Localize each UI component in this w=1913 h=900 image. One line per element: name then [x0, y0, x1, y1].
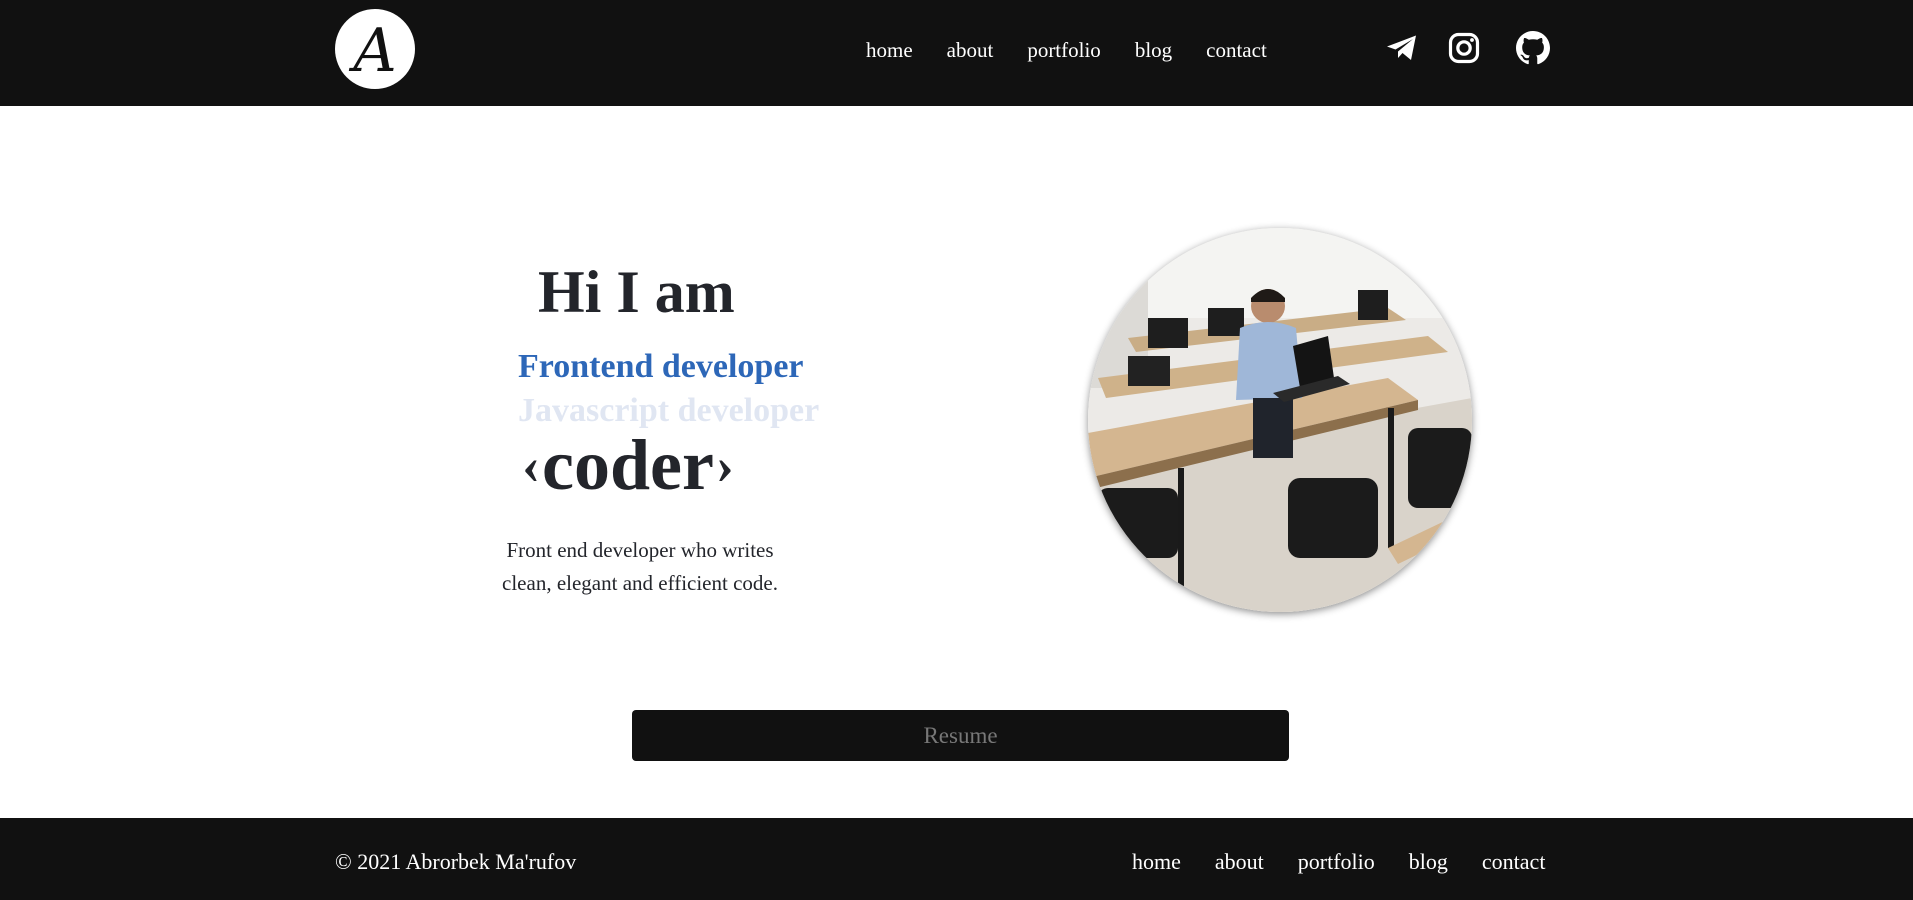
site-header: A home about portfolio blog contact — [0, 0, 1913, 106]
logo-letter: A — [353, 16, 397, 86]
main-nav: home about portfolio blog contact — [866, 36, 1301, 64]
footer-blog-link[interactable]: blog — [1409, 848, 1448, 876]
footer-about-link[interactable]: about — [1215, 848, 1264, 876]
greeting-heading: Hi I am — [538, 259, 735, 325]
github-icon[interactable] — [1515, 30, 1551, 66]
nav-contact-link[interactable]: contact — [1206, 36, 1267, 64]
instagram-icon[interactable] — [1446, 30, 1482, 66]
coder-title: ‹ coder › — [522, 425, 734, 505]
logo[interactable]: A — [335, 9, 415, 89]
footer-contact-link[interactable]: contact — [1482, 848, 1546, 876]
profile-photo — [1088, 228, 1472, 612]
role-active-text: Frontend developer — [518, 348, 804, 385]
nav-blog-link[interactable]: blog — [1135, 36, 1172, 64]
close-bracket: › — [715, 435, 734, 495]
nav-home-link[interactable]: home — [866, 36, 913, 64]
resume-button[interactable]: Resume — [632, 710, 1289, 761]
telegram-icon[interactable] — [1384, 30, 1420, 66]
footer-portfolio-link[interactable]: portfolio — [1298, 848, 1375, 876]
footer-home-link[interactable]: home — [1132, 848, 1181, 876]
description-line-2: clean, elegant and efficient code. — [502, 571, 778, 595]
nav-about-link[interactable]: about — [947, 36, 994, 64]
footer-nav: home about portfolio blog contact — [1132, 848, 1545, 876]
description-line-1: Front end developer who writes — [506, 538, 774, 562]
hero-description: Front end developer who writes clean, el… — [480, 534, 800, 600]
coder-word: coder — [541, 425, 714, 505]
copyright-text: © 2021 Abrorbek Ma'rufov — [335, 849, 577, 874]
open-bracket: ‹ — [522, 435, 540, 495]
social-links — [1384, 30, 1551, 66]
nav-portfolio-link[interactable]: portfolio — [1027, 36, 1101, 64]
site-footer: © 2021 Abrorbek Ma'rufov home about port… — [0, 818, 1913, 900]
